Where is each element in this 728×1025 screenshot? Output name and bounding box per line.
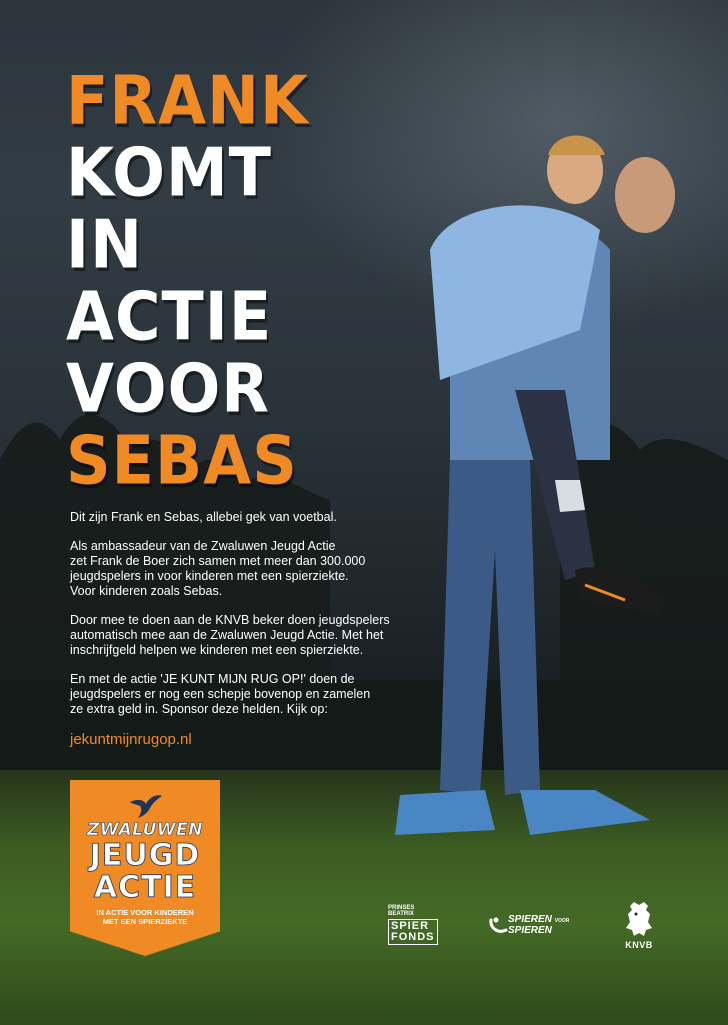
sponsor-line: En met de actie 'JE KUNT MIJN RUG OP!' d… <box>70 672 355 686</box>
headline-line-in: IN <box>66 204 143 284</box>
badge-title-zwaluwen: ZWALUWEN <box>87 820 203 841</box>
headline-line-frank: FRANK <box>66 60 310 140</box>
headline-line-sebas: SEBAS <box>66 420 298 500</box>
spierfonds-box-line2: FONDS <box>391 931 435 943</box>
knvb-paragraph: Door mee te doen aan de KNVB beker doen … <box>70 613 450 658</box>
zwaluwen-jeugd-actie-badge: ZWALUWEN JEUGD ACTIE IN ACTIE VOOR KINDE… <box>70 780 220 956</box>
ambassador-line: zet Frank de Boer zich samen met meer da… <box>70 554 366 568</box>
headline-line-komt: KOMT <box>66 132 272 212</box>
swallow-icon <box>130 795 162 818</box>
spieren-voor-spieren-line2: SPIEREN <box>508 925 552 936</box>
intro-text: Dit zijn Frank en Sebas, allebei gek van… <box>70 510 337 524</box>
campaign-url-link[interactable]: jekuntmijnrugop.nl <box>70 731 192 748</box>
ambassador-paragraph: Als ambassadeur van de Zwaluwen Jeugd Ac… <box>70 539 450 599</box>
intro-paragraph: Dit zijn Frank en Sebas, allebei gek van… <box>70 510 450 525</box>
sponsor-line: jeugdspelers er nog een schepje bovenop … <box>70 687 371 701</box>
headline-line-voor: VOOR <box>66 348 271 428</box>
ss-word-spieren: SPIEREN <box>508 914 552 925</box>
ambassador-line: Als ambassadeur van de Zwaluwen Jeugd Ac… <box>70 539 336 553</box>
sponsor-paragraph: En met de actie 'JE KUNT MIJN RUG OP!' d… <box>70 672 450 717</box>
badge-tagline: IN ACTIE VOOR KINDEREN MET EEN SPIERZIEK… <box>80 908 210 926</box>
knvb-line: Door mee te doen aan de KNVB beker doen … <box>70 613 390 627</box>
sponsor-line: ze extra geld in. Sponsor deze helden. K… <box>70 702 328 716</box>
ambassador-line: Voor kinderen zoals Sebas. <box>70 584 223 598</box>
spieren-voor-spieren-line1: SPIEREN VOOR <box>508 914 569 925</box>
badge-title-jeugd: JEUGD <box>89 838 201 873</box>
knvb-label: KNVB <box>625 940 653 950</box>
poster-background: FRANK KOMT IN ACTIE VOOR SEBAS Dit zijn … <box>0 0 728 1025</box>
headline-line-actie: ACTIE <box>66 276 273 356</box>
knvb-logo: KNVB <box>618 900 660 950</box>
spierfonds-top-line2: BEATRIX <box>388 911 414 917</box>
lion-crest-icon <box>626 902 652 936</box>
prinses-beatrix-spierfonds-logo: PRINSES BEATRIX SPIER FONDS <box>388 905 438 945</box>
frank-and-sebas-photo <box>395 135 675 835</box>
knvb-line: automatisch mee aan de Zwaluwen Jeugd Ac… <box>70 628 384 642</box>
ambassador-line: jeugdspelers in voor kinderen met een sp… <box>70 569 349 583</box>
spieren-voor-spieren-arc-icon <box>489 917 508 933</box>
spierfonds-box: SPIER FONDS <box>388 919 438 945</box>
ss-word-voor: VOOR <box>554 918 570 924</box>
body-copy: Dit zijn Frank en Sebas, allebei gek van… <box>70 510 450 731</box>
badge-tagline-line1: IN ACTIE VOOR KINDEREN <box>96 908 194 917</box>
badge-tagline-line2: MET EEN SPIERZIEKTE <box>102 917 188 926</box>
knvb-line: inschrijfgeld helpen we kinderen met een… <box>70 643 364 657</box>
headline: FRANK KOMT IN ACTIE VOOR SEBAS <box>66 60 310 499</box>
badge-title-actie: ACTIE <box>93 870 197 905</box>
